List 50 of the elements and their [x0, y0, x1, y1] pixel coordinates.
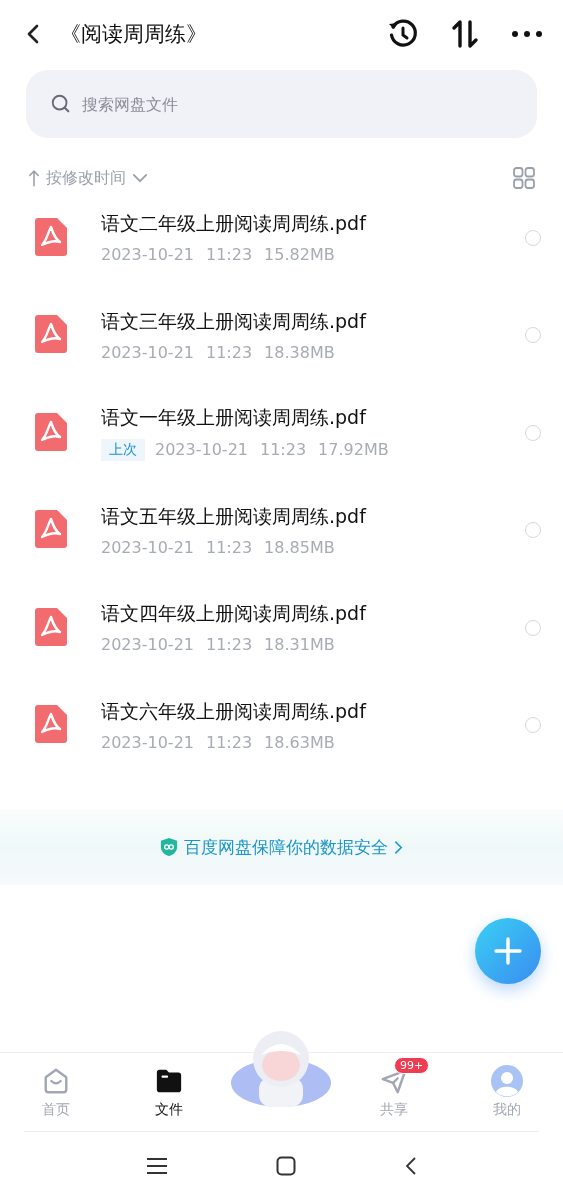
last-opened-tag: 上次 — [101, 438, 145, 461]
file-size: 18.31MB — [264, 635, 335, 655]
file-date: 2023-10-21 — [101, 342, 194, 362]
file-time: 11:23 — [206, 537, 253, 557]
file-time: 11:23 — [260, 440, 307, 460]
file-name[interactable]: 语文六年级上册阅读周周练.pdf — [101, 698, 525, 725]
pdf-file-icon — [35, 217, 67, 256]
file-name[interactable]: 语文一年级上册阅读周周练.pdf — [101, 404, 525, 431]
file-name[interactable]: 语文二年级上册阅读周周练.pdf — [101, 211, 525, 238]
pdf-file-icon — [35, 315, 67, 354]
file-date: 2023-10-21 — [155, 440, 248, 460]
file-date: 2023-10-21 — [101, 635, 194, 655]
history-icon[interactable] — [387, 18, 419, 50]
file-time: 11:23 — [206, 732, 253, 752]
chevron-right-icon — [394, 839, 403, 855]
count-badge: 99+ — [394, 1057, 430, 1074]
back-nav-icon[interactable] — [403, 1156, 418, 1176]
folder-icon — [154, 1067, 183, 1095]
avatar-icon — [490, 1065, 523, 1097]
home-square-icon[interactable] — [275, 1156, 296, 1176]
file-size: 18.63MB — [264, 732, 335, 752]
file-size: 15.82MB — [264, 245, 335, 265]
file-time: 11:23 — [206, 245, 253, 265]
file-date: 2023-10-21 — [101, 537, 194, 557]
file-name[interactable]: 语文五年级上册阅读周周练.pdf — [101, 503, 525, 530]
file-size: 18.38MB — [264, 342, 335, 362]
shield-icon — [160, 837, 178, 857]
file-date: 2023-10-21 — [101, 732, 194, 752]
nav-tab[interactable]: 99+ 共享 — [337, 1053, 451, 1131]
page-title: 《阅读周周练》 — [60, 21, 208, 48]
grid-view-icon[interactable] — [513, 167, 535, 189]
pdf-file-icon — [35, 705, 67, 744]
search-icon — [50, 93, 72, 115]
file-size: 18.85MB — [264, 537, 335, 557]
more-icon[interactable] — [511, 30, 543, 38]
nav-tab[interactable]: 文件 — [112, 1053, 226, 1131]
file-time: 11:23 — [206, 635, 253, 655]
file-time: 11:23 — [206, 342, 253, 362]
file-name[interactable]: 语文四年级上册阅读周周练.pdf — [101, 601, 525, 628]
chevron-down-icon — [132, 172, 148, 184]
file-size: 17.92MB — [318, 440, 389, 460]
add-icon[interactable] — [474, 917, 542, 985]
up-arrow-icon — [28, 169, 40, 187]
file-date: 2023-10-21 — [101, 245, 194, 265]
pdf-file-icon — [35, 510, 67, 549]
menu-icon[interactable] — [145, 1157, 168, 1175]
search-field[interactable]: 搜索网盘文件 — [26, 70, 537, 138]
file-name[interactable]: 语文三年级上册阅读周周练.pdf — [101, 308, 525, 335]
pdf-file-icon — [35, 607, 67, 646]
pdf-file-icon — [35, 412, 67, 451]
